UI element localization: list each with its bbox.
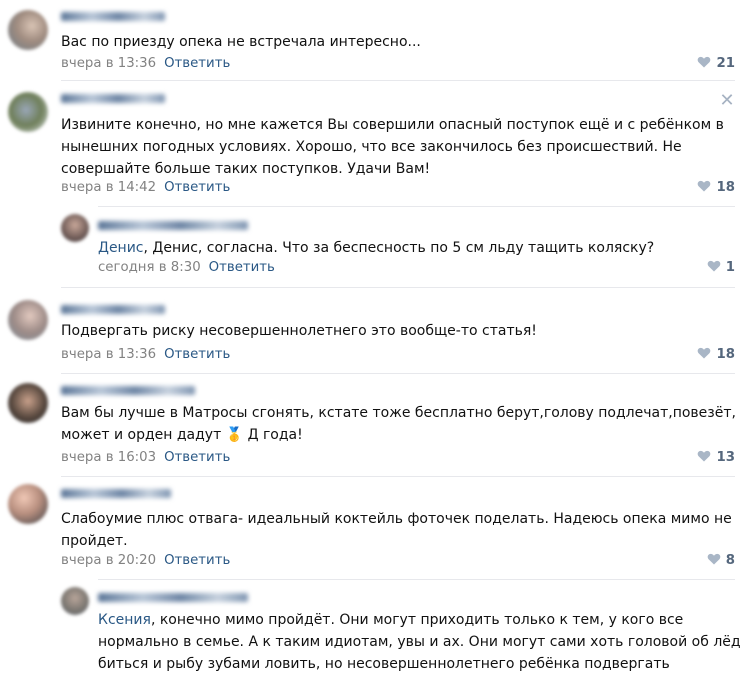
comment-date[interactable]: вчера в 20:20	[61, 553, 156, 568]
avatar[interactable]	[8, 92, 48, 132]
like-count: 13	[716, 450, 735, 465]
comment-meta: вчера в 14:42 Ответить	[61, 179, 230, 197]
avatar[interactable]	[8, 10, 48, 50]
reply-button[interactable]: Ответить	[164, 347, 230, 362]
reply-button[interactable]: Ответить	[209, 260, 275, 275]
like-count: 18	[716, 347, 735, 362]
comment-meta: сегодня в 8:30 Ответить	[98, 259, 275, 277]
heart-icon	[698, 450, 711, 462]
comment-text-line: Слабоумие плюс отвага- идеальный коктейл…	[61, 511, 732, 527]
comment-text-body: , Денис, согласна. Что за беспесность по…	[143, 240, 655, 256]
like-button[interactable]: 21	[697, 55, 735, 73]
heart-icon	[698, 56, 711, 68]
comment-text-line: биться и рыбу зубами ловить, но несоверш…	[98, 656, 670, 672]
heart-icon	[707, 553, 721, 565]
separator	[61, 476, 735, 477]
comment-meta: вчера в 13:36 Ответить	[61, 346, 230, 364]
comment-date[interactable]: вчера в 13:36	[61, 347, 156, 362]
author-name[interactable]	[98, 593, 248, 602]
avatar[interactable]	[61, 587, 89, 615]
comment-text-line: Ксения, конечно мимо пройдёт. Они могут …	[98, 609, 683, 631]
mention-link[interactable]: Ксения	[98, 612, 151, 628]
comment-date[interactable]: вчера в 13:36	[61, 56, 156, 71]
like-button[interactable]: 13	[697, 449, 735, 467]
reply-button[interactable]: Ответить	[164, 180, 230, 195]
like-count: 18	[716, 180, 735, 195]
comment-date[interactable]: вчера в 14:42	[61, 180, 156, 195]
like-button[interactable]: 18	[697, 346, 735, 364]
comment-meta: вчера в 13:36 Ответить	[61, 55, 230, 73]
comment-text-line: совершайте больше таких поступков. Удачи…	[61, 161, 431, 177]
separator	[98, 206, 735, 207]
heart-icon	[698, 347, 711, 359]
reply-button[interactable]: Ответить	[164, 553, 230, 568]
comment-meta: вчера в 20:20 Ответить	[61, 552, 230, 570]
like-button[interactable]: 8	[707, 552, 735, 570]
comment-text: Денис, Денис, согласна. Что за беспеснос…	[98, 237, 654, 259]
comment-date[interactable]: вчера в 16:03	[61, 450, 156, 465]
comment-text: Подвергать риску несовершеннолетнего это…	[61, 323, 537, 339]
comment-date[interactable]: сегодня в 8:30	[98, 260, 201, 275]
author-name[interactable]	[98, 221, 248, 230]
avatar[interactable]	[8, 383, 48, 423]
author-name[interactable]	[61, 12, 165, 21]
separator	[98, 579, 735, 580]
separator	[61, 373, 735, 374]
separator	[61, 80, 735, 81]
avatar[interactable]	[61, 214, 89, 242]
author-name[interactable]	[61, 94, 165, 103]
comment-text-line: пройдет.	[61, 533, 128, 549]
like-button[interactable]: 1	[707, 259, 735, 277]
avatar[interactable]	[8, 300, 48, 340]
comment-text-line: нынешних погодных условиях. Хорошо, что …	[61, 139, 682, 155]
close-icon[interactable]: ✕	[719, 92, 735, 110]
author-name[interactable]	[61, 489, 171, 498]
comment-text-line: может и орден дадут 🥇 Д года!	[61, 427, 303, 443]
author-name[interactable]	[61, 305, 165, 314]
like-count: 8	[725, 553, 735, 568]
like-count: 21	[716, 56, 735, 71]
comment-text-line: Извините конечно, но мне кажется Вы сове…	[61, 117, 724, 133]
reply-button[interactable]: Ответить	[164, 56, 230, 71]
heart-icon	[707, 260, 721, 272]
comment-meta: вчера в 16:03 Ответить	[61, 449, 230, 467]
avatar[interactable]	[8, 484, 48, 524]
like-button[interactable]: 18	[697, 179, 735, 197]
comment-text-line: Вам бы лучше в Матросы сгонять, кстате т…	[61, 405, 736, 421]
author-name[interactable]	[61, 386, 195, 395]
like-count: 1	[725, 260, 735, 275]
mention-link[interactable]: Денис	[98, 240, 144, 256]
comment-text-line: нормально в семье. А к таким идиотам, ув…	[98, 634, 741, 650]
comment-text-body: , конечно мимо пройдёт. Они могут приход…	[150, 612, 684, 628]
heart-icon	[698, 180, 711, 192]
comment-text: Вас по приезду опека не встречала интере…	[61, 34, 421, 50]
separator	[61, 287, 735, 288]
reply-button[interactable]: Ответить	[164, 450, 230, 465]
